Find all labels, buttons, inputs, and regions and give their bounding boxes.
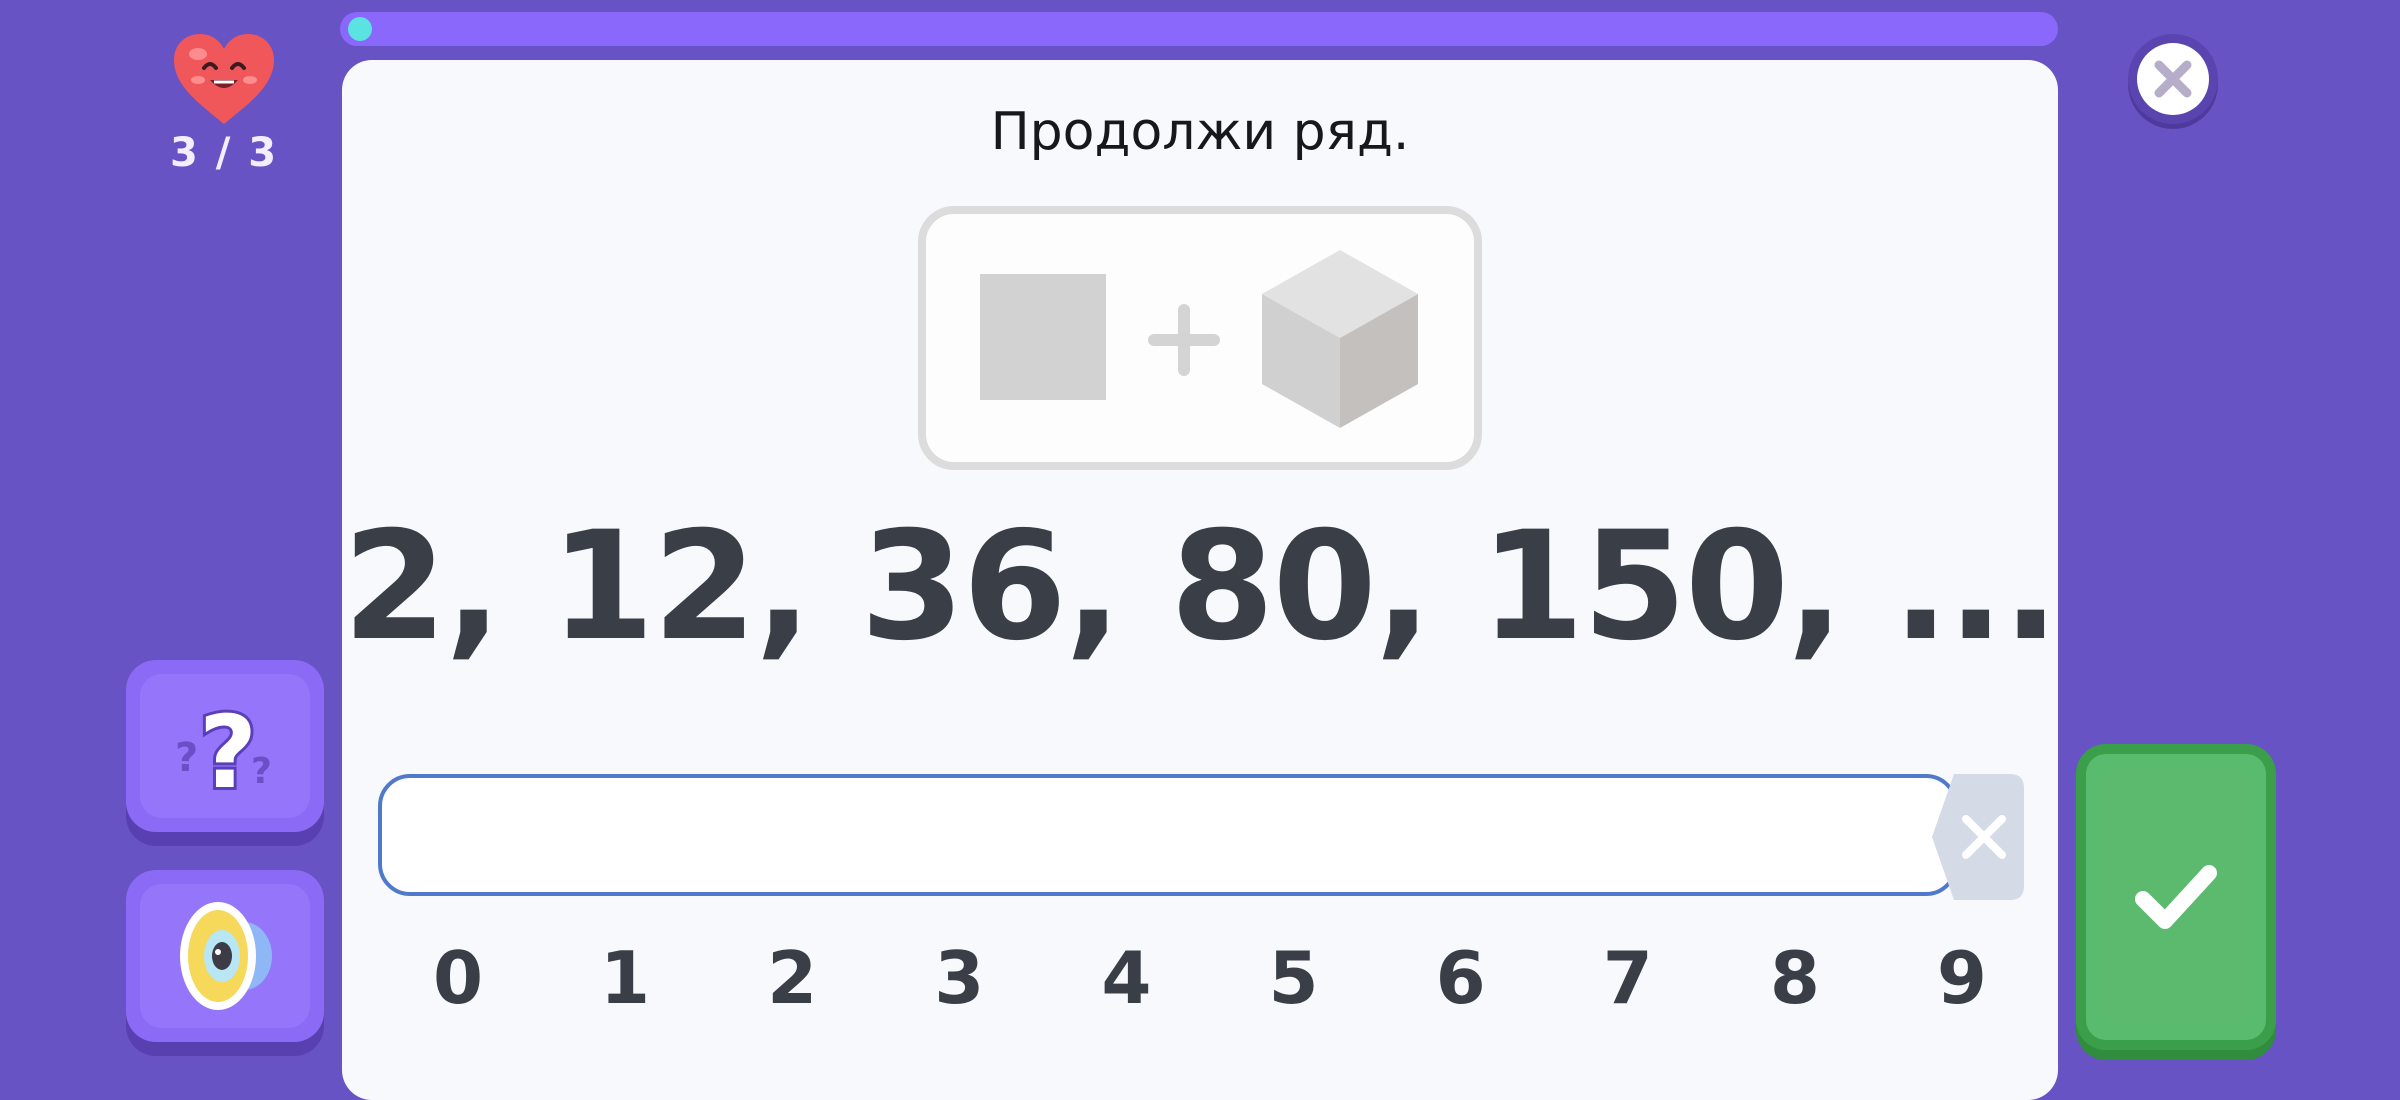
digit-key-0[interactable]: 0 — [412, 936, 504, 1036]
digit-key-8[interactable]: 8 — [1749, 936, 1841, 1036]
close-button[interactable] — [2126, 32, 2220, 130]
lives-indicator: 3 / 3 — [168, 30, 280, 176]
answer-input[interactable] — [378, 774, 1958, 896]
digit-key-2[interactable]: 2 — [746, 936, 838, 1036]
svg-text:?: ? — [175, 735, 198, 781]
digit-key-5[interactable]: 5 — [1248, 936, 1340, 1036]
question-card: Продолжи ряд. 2, 12, 36, 80, 150, ... 0 … — [342, 60, 2060, 1100]
backspace-icon — [1932, 774, 2024, 900]
digit-key-6[interactable]: 6 — [1415, 936, 1507, 1036]
lives-count: 3 / 3 — [169, 130, 279, 176]
svg-text:?: ? — [199, 694, 257, 801]
plus-icon — [1148, 304, 1220, 376]
cube-icon — [1262, 250, 1418, 428]
digit-key-1[interactable]: 1 — [579, 936, 671, 1036]
digit-keypad: 0 1 2 3 4 5 6 7 8 9 — [412, 936, 2008, 1036]
number-sequence: 2, 12, 36, 80, 150, ... — [342, 500, 2060, 674]
progress-fill — [348, 17, 372, 41]
checkmark-icon — [2135, 865, 2217, 929]
smiling-heart-icon — [174, 34, 274, 124]
sound-button[interactable] — [126, 870, 324, 1056]
progress-bar — [340, 12, 2058, 46]
question-prompt: Продолжи ряд. — [990, 102, 1410, 162]
digit-key-7[interactable]: 7 — [1582, 936, 1674, 1036]
digit-key-9[interactable]: 9 — [1916, 936, 2008, 1036]
speaker-icon — [180, 902, 272, 1010]
digit-key-3[interactable]: 3 — [913, 936, 1005, 1036]
help-button[interactable]: ? ? ? — [126, 660, 324, 846]
question-marks-icon: ? ? ? — [175, 691, 272, 801]
digit-key-4[interactable]: 4 — [1080, 936, 1172, 1036]
backspace-button[interactable] — [1932, 774, 2024, 900]
hint-image — [918, 206, 1482, 470]
submit-button[interactable] — [2076, 744, 2276, 1060]
square-icon — [980, 274, 1106, 400]
close-icon — [2128, 34, 2218, 129]
